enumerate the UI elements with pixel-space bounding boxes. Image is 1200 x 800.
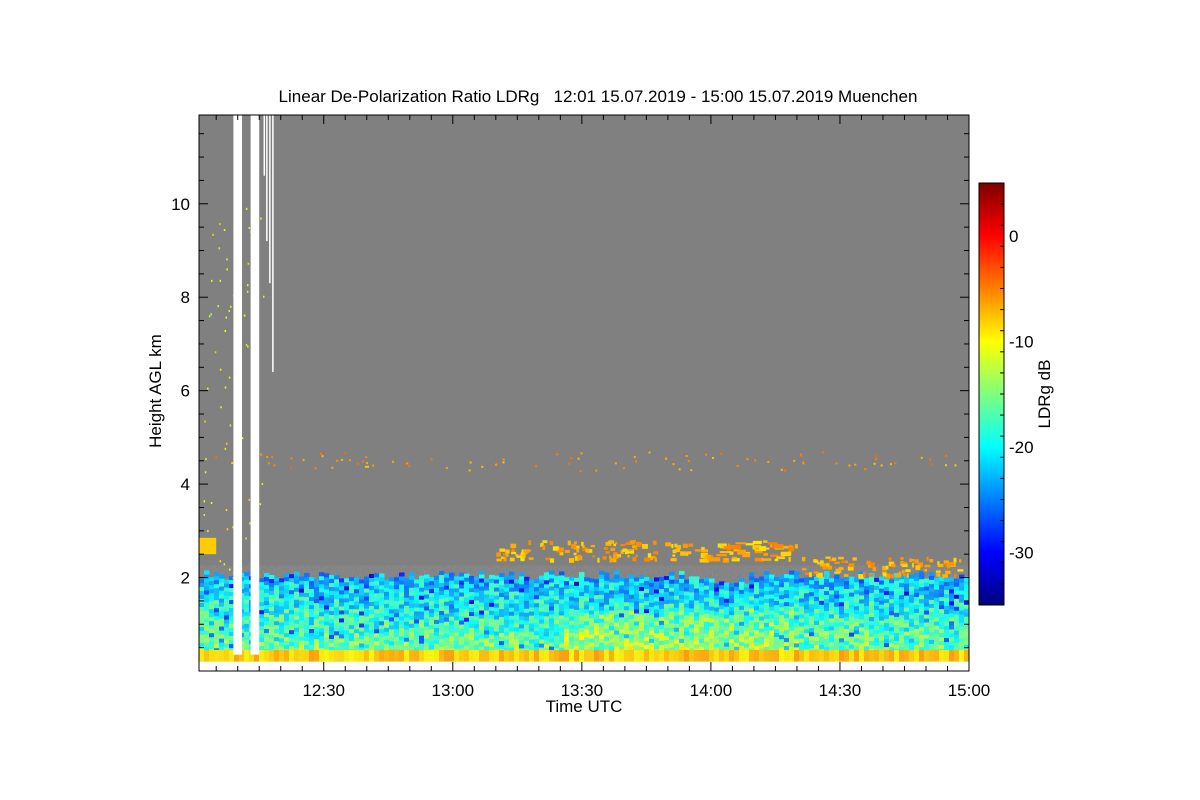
colorbar-label: LDRg dB <box>1035 359 1054 429</box>
y-axis-label: Height AGL km <box>146 334 165 448</box>
x-tick-label: 14:30 <box>819 681 862 700</box>
colorbar-tick-label: -30 <box>1009 543 1034 562</box>
x-axis-label: Time UTC <box>545 697 623 716</box>
colorbar-tick-label: -10 <box>1009 332 1034 351</box>
y-tick-label: 6 <box>181 382 190 401</box>
missing-data-streak <box>266 115 268 242</box>
y-tick-label: 2 <box>181 569 190 588</box>
colorbar: 0 -10 -20 -30 <box>978 182 1034 606</box>
x-tick-label: 13:00 <box>432 681 475 700</box>
chart-figure: Linear De-Polarization Ratio LDRg 12:01 … <box>0 0 1200 800</box>
y-tick-label: 10 <box>171 195 190 214</box>
plot-svg: 12:30 13:00 13:30 14:00 14:30 15:00 246810 0-… <box>171 114 1034 700</box>
heatmap-image <box>199 115 970 671</box>
colorbar-tick-label: -20 <box>1009 438 1034 457</box>
x-tick-label: 15:00 <box>948 681 991 700</box>
missing-data-streak <box>263 115 266 176</box>
x-tick-label: 14:00 <box>690 681 733 700</box>
y-tick-label: 8 <box>181 288 190 307</box>
missing-data-column <box>250 115 260 655</box>
missing-data-streak <box>269 115 271 284</box>
x-tick-label: 12:30 <box>302 681 345 700</box>
missing-data-streak <box>272 115 274 372</box>
below-range-band <box>199 661 969 671</box>
missing-data-column <box>233 115 243 655</box>
y-tick-label: 4 <box>181 475 190 494</box>
colorbar-tick-label: 0 <box>1009 227 1018 246</box>
